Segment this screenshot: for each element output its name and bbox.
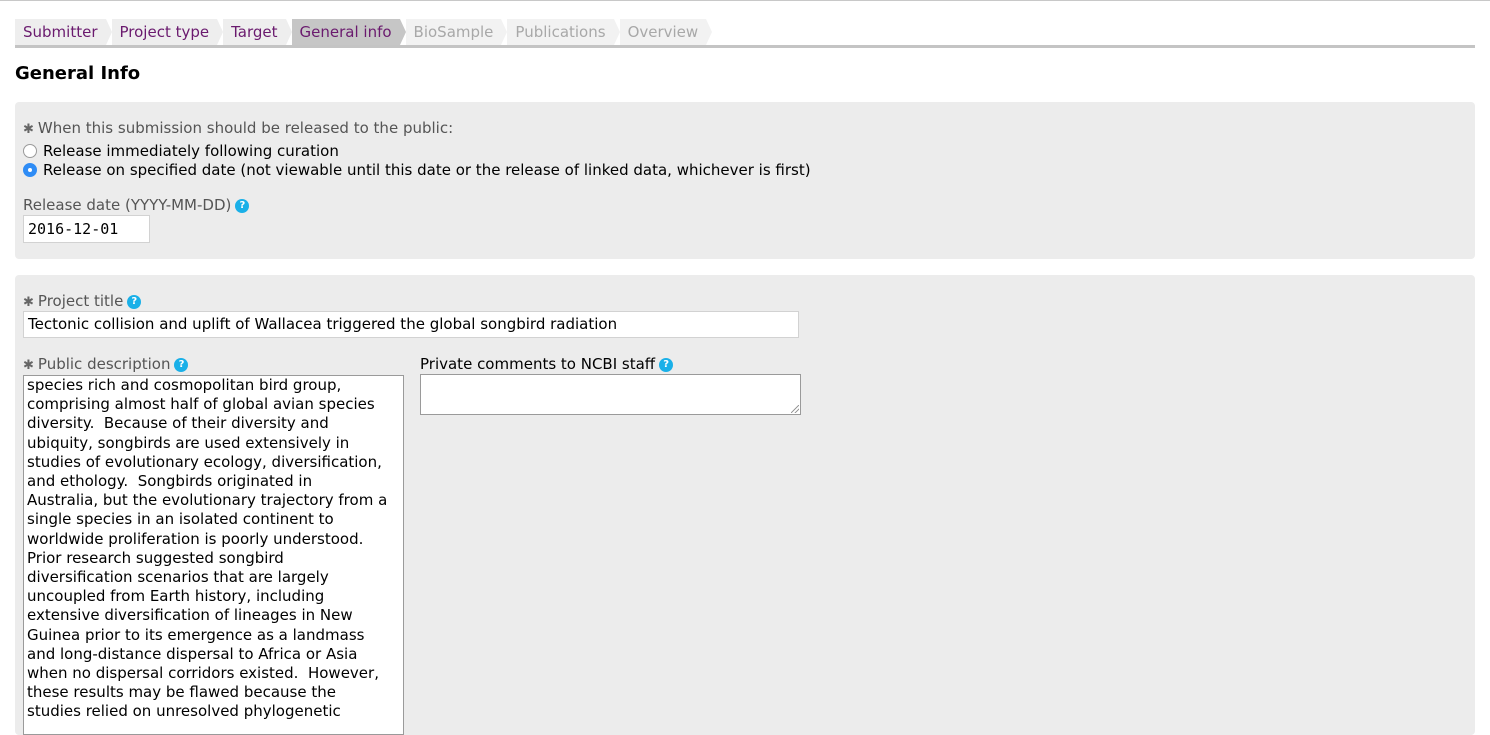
release-date-option[interactable]: Release on specified date (not viewable … — [23, 161, 811, 179]
private-comments-label: Private comments to NCBI staff? — [420, 355, 674, 373]
wizard-steps: Submitter Project type Target General in… — [15, 19, 1475, 48]
help-question-icon[interactable]: ? — [659, 357, 674, 372]
step-submitter[interactable]: Submitter — [15, 19, 111, 45]
step-general-info[interactable]: General info — [291, 19, 406, 45]
project-panel: ✱ Project title? Tectonic collision and u… — [15, 275, 1475, 735]
project-title-label-text: Project title — [37, 292, 124, 310]
radio-immediate-label: Release immediately following curation — [43, 142, 339, 160]
project-title-input[interactable]: Tectonic collision and uplift of Wallace… — [23, 311, 799, 338]
radio-date[interactable] — [23, 163, 37, 177]
release-question-text: When this submission should be released … — [37, 119, 454, 137]
private-comments-textarea[interactable] — [420, 374, 801, 415]
required-asterisk-icon: ✱ — [23, 358, 34, 373]
radio-date-label: Release on specified date (not viewable … — [43, 161, 811, 179]
project-title-label: ✱ Project title? — [23, 292, 142, 310]
page-title: General Info — [15, 63, 141, 84]
release-date-input[interactable]: 2016-12-01 — [23, 215, 150, 243]
help-question-icon[interactable]: ? — [174, 357, 189, 372]
step-project-type[interactable]: Project type — [111, 19, 223, 45]
resize-handle-icon[interactable] — [791, 405, 799, 413]
release-panel: ✱ When this submission should be released… — [15, 102, 1475, 259]
private-comments-label-text: Private comments to NCBI staff — [420, 355, 656, 373]
public-description-label-text: Public description — [37, 355, 171, 373]
required-asterisk-icon: ✱ — [23, 295, 34, 310]
radio-immediate[interactable] — [23, 144, 37, 158]
release-immediate-option[interactable]: Release immediately following curation — [23, 142, 339, 160]
step-target[interactable]: Target — [223, 19, 292, 45]
help-question-icon[interactable]: ? — [127, 294, 142, 309]
release-date-label: Release date (YYYY-MM-DD)? — [23, 196, 250, 214]
help-question-icon[interactable]: ? — [235, 198, 250, 213]
step-overview: Overview — [619, 19, 712, 45]
required-asterisk-icon: ✱ — [23, 122, 34, 137]
release-date-label-text: Release date (YYYY-MM-DD) — [23, 196, 232, 214]
step-publications: Publications — [507, 19, 620, 45]
public-description-textarea[interactable]: species rich and cosmopolitan bird group… — [23, 375, 404, 735]
release-question: ✱ When this submission should be released… — [23, 119, 453, 137]
public-description-label: ✱ Public description? — [23, 355, 189, 373]
step-biosample: BioSample — [405, 19, 508, 45]
